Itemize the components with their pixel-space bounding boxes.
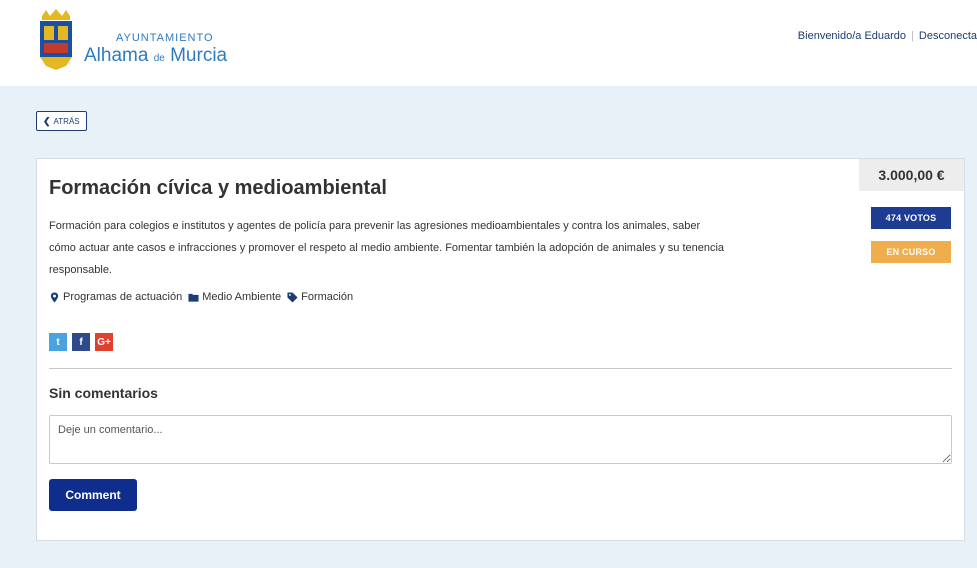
logo[interactable]: AYUNTAMIENTO Alhama de Murcia — [36, 8, 227, 72]
votes-badge[interactable]: 474 VOTOS — [871, 207, 951, 229]
project-description: Formación para colegios e institutos y a… — [49, 220, 725, 276]
tag-icon — [287, 291, 298, 303]
back-button[interactable]: ❮ ATRÁS — [36, 111, 87, 131]
twitter-icon[interactable]: t — [49, 333, 67, 351]
back-label: ATRÁS — [53, 116, 80, 126]
user-nav: Bienvenido/a Eduardo | Desconecta — [798, 30, 977, 42]
welcome-text: Bienvenido/a Eduardo — [797, 30, 907, 42]
meta-category[interactable]: Medio Ambiente — [188, 291, 281, 303]
chevron-left-icon: ❮ — [43, 115, 51, 126]
comments-title: Sin comentarios — [49, 385, 158, 401]
logout-link[interactable]: Desconecta — [919, 30, 977, 42]
logo-top: AYUNTAMIENTO — [116, 31, 214, 44]
status-badge: EN CURSO — [871, 241, 951, 263]
meta-program[interactable]: Programas de actuación — [49, 291, 182, 303]
nav-separator: | — [911, 30, 914, 42]
logo-town: Alhama — [84, 44, 149, 66]
crest-icon — [40, 9, 72, 70]
meta-category-label: Medio Ambiente — [202, 291, 282, 303]
price: 3.000,00 € — [859, 159, 964, 191]
comment-button[interactable]: Comment — [49, 479, 137, 511]
logo-main: Alhama de Murcia — [84, 44, 228, 69]
site-header: AYUNTAMIENTO Alhama de Murcia Bienvenido… — [0, 0, 977, 86]
comment-input[interactable] — [49, 415, 952, 464]
social-share: t f G+ — [49, 333, 113, 351]
folder-icon — [188, 293, 199, 302]
project-card: 3.000,00 € 474 VOTOS EN CURSO Formación … — [36, 158, 965, 541]
map-marker-icon — [50, 291, 59, 303]
meta-tag-label: Formación — [301, 291, 354, 303]
logo-text: AYUNTAMIENTO Alhama de Murcia — [84, 12, 227, 69]
facebook-icon[interactable]: f — [72, 333, 90, 351]
google-plus-icon[interactable]: G+ — [95, 333, 113, 351]
meta-program-label: Programas de actuación — [63, 291, 183, 303]
divider — [49, 368, 952, 369]
logo-de: de — [153, 52, 165, 64]
meta-tag[interactable]: Formación — [287, 291, 353, 303]
project-title: Formación cívica y medioambiental — [49, 177, 387, 199]
project-meta: Programas de actuación Medio Ambiente Fo… — [49, 291, 353, 303]
logo-city: Murcia — [170, 44, 228, 66]
